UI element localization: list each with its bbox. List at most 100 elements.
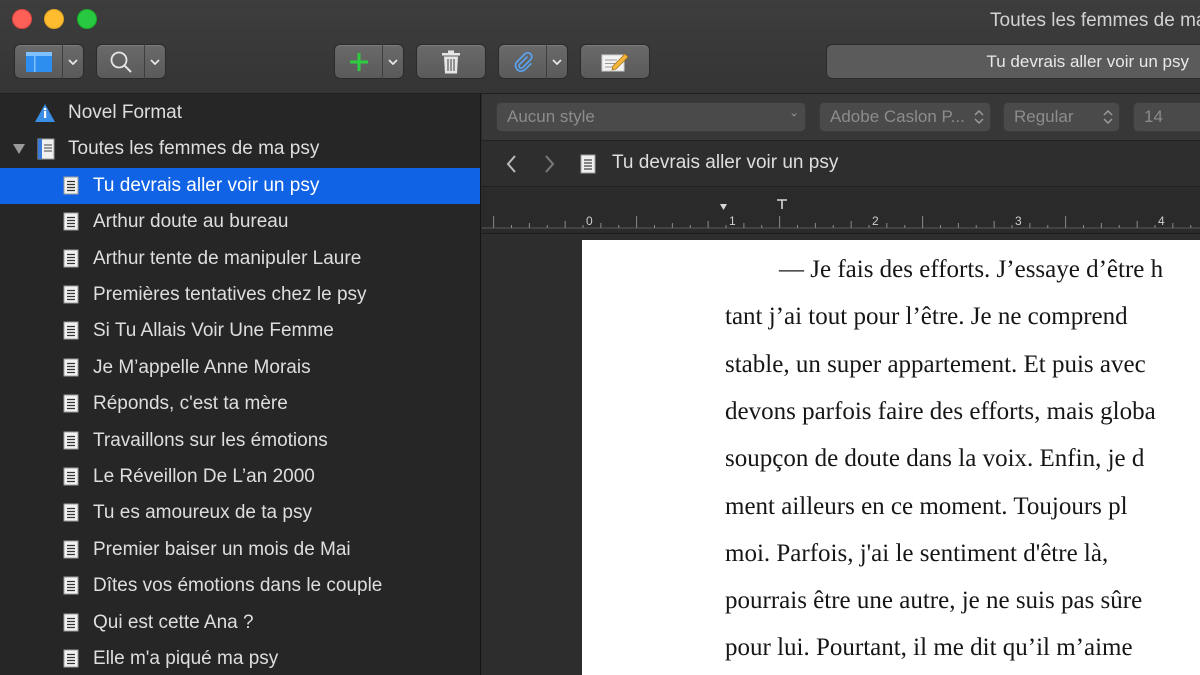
editor-pane: Aucun style Adobe Caslon P... Regular 14… — [482, 94, 1200, 675]
window-title: S Toutes les femmes de ma psy — [982, 8, 1200, 34]
document-line: pourrais être une autre, je ne suis pas … — [725, 587, 1143, 615]
binder-item[interactable]: Dîtes vos émotions dans le couple — [0, 568, 480, 604]
chevron-down-icon — [68, 58, 78, 65]
binder-item-label: Elle m'a piqué ma psy — [93, 648, 279, 669]
minimize-window-button[interactable] — [44, 9, 64, 29]
document-line: — Je fais des efforts. J’essaye d’être h — [779, 256, 1164, 283]
page-icon — [63, 358, 79, 377]
trash-icon — [442, 50, 460, 73]
document-line: devons parfois faire des efforts, mais g… — [725, 397, 1156, 425]
page-icon — [63, 176, 79, 195]
format-bar: Aucun style Adobe Caslon P... Regular 14 — [482, 94, 1200, 141]
up-down-chevron-icon — [1103, 110, 1113, 124]
binder-item[interactable]: Arthur doute au bureau — [0, 204, 480, 240]
first-line-indent-marker[interactable] — [720, 204, 727, 210]
window-toolbar: S Toutes les femmes de ma psy — [0, 0, 1200, 94]
ruler-label: 0 — [586, 214, 593, 228]
chevron-down-icon — [791, 113, 797, 117]
page-icon — [63, 431, 79, 450]
window-title-text: Toutes les femmes de ma psy — [990, 10, 1200, 31]
document-line: soupçon de doute dans la voix. Enfin, je… — [725, 445, 1145, 473]
page-icon — [63, 249, 79, 268]
page-icon — [63, 613, 79, 632]
disclosure-triangle-icon[interactable] — [13, 144, 25, 155]
sidebar-view-icon — [25, 51, 52, 72]
document-line: pour lui. Pourtant, il me dit qu’il m’ai… — [725, 634, 1133, 662]
editor-header-bar: Tu devrais aller voir un psy — [482, 142, 1200, 187]
binder-item-label: Travaillons sur les émotions — [93, 429, 328, 451]
ruler-label: 1 — [729, 214, 736, 228]
tab-stop-marker[interactable] — [777, 199, 787, 209]
binder-item[interactable]: Premières tentatives chez le psy — [0, 277, 480, 313]
ruler[interactable]: 0 1 2 3 4 — [482, 188, 1200, 234]
chevron-down-icon — [150, 58, 160, 65]
binder-item-label: Novel Format — [68, 102, 183, 123]
add-document-button[interactable] — [334, 44, 404, 79]
move-to-trash-button[interactable] — [416, 44, 486, 79]
search-menu-button[interactable] — [96, 44, 166, 79]
binder-sidebar: Novel Format Toutes les femmes de ma psy T… — [0, 94, 481, 675]
binder-item[interactable]: Novel Format — [0, 95, 480, 131]
chevron-down-icon — [388, 58, 398, 65]
compose-icon — [601, 52, 629, 71]
document-line: moi. Parfois, j'ai le sentiment d'être l… — [725, 539, 1109, 567]
binder-item[interactable]: Tu devrais aller voir un psy — [0, 167, 480, 204]
binder-item[interactable]: Si Tu Allais Voir Une Femme — [0, 313, 480, 349]
page-icon — [63, 285, 79, 304]
font-size-field[interactable]: 14 — [1133, 102, 1200, 132]
binder-item[interactable]: Le Réveillon De L’an 2000 — [0, 459, 480, 495]
current-document-field[interactable]: Tu devrais aller voir un psy — [826, 44, 1200, 79]
binder-item-label: Arthur doute au bureau — [93, 211, 289, 233]
binder-item-label: Dîtes vos émotions dans le couple — [93, 575, 383, 597]
page-icon — [63, 649, 79, 668]
font-weight-select[interactable]: Regular — [1003, 102, 1120, 132]
binder-item[interactable]: Elle m'a piqué ma psy — [0, 641, 480, 675]
binder-item[interactable]: Je M’appelle Anne Morais — [0, 350, 480, 386]
close-window-button[interactable] — [12, 9, 32, 29]
document-page[interactable]: — Je fais des efforts. J’essaye d’être h… — [582, 240, 1200, 675]
current-document-label: Tu devrais aller voir un psy — [986, 51, 1189, 71]
editor-document-title: Tu devrais aller voir un psy — [612, 152, 839, 173]
binder-item-label: Réponds, c'est ta mère — [93, 393, 288, 415]
binder-item-label: Si Tu Allais Voir Une Femme — [93, 320, 334, 342]
ruler-label: 4 — [1158, 214, 1165, 228]
paragraph-style-value: Aucun style — [507, 107, 595, 126]
binder-item[interactable]: Tu es amoureux de ta psy — [0, 495, 480, 531]
page-icon — [63, 503, 79, 522]
ruler-label: 2 — [872, 214, 879, 228]
page-icon — [63, 467, 79, 486]
binder-item[interactable]: Réponds, c'est ta mère — [0, 386, 480, 422]
font-family-value: Adobe Caslon P... — [830, 107, 965, 126]
page-icon — [63, 540, 79, 559]
document-line: ment ailleurs en ce moment. Toujours pl — [725, 492, 1128, 520]
up-down-chevron-icon — [974, 110, 984, 124]
font-size-value: 14 — [1144, 107, 1163, 126]
binder-item-label: Le Réveillon De L’an 2000 — [93, 466, 315, 487]
compose-button[interactable] — [580, 44, 650, 79]
font-family-select[interactable]: Adobe Caslon P... — [819, 102, 991, 132]
binder-item[interactable]: Toutes les femmes de ma psy — [0, 131, 480, 167]
page-icon — [63, 212, 79, 231]
binder-item[interactable]: Premier baiser un mois de Mai — [0, 532, 480, 568]
paragraph-style-select[interactable]: Aucun style — [496, 102, 806, 132]
chevron-down-icon — [552, 58, 562, 65]
zoom-window-button[interactable] — [77, 9, 97, 29]
page-icon — [63, 321, 79, 340]
manuscript-icon — [37, 138, 55, 160]
document-line: stable, un super appartement. Et puis av… — [725, 350, 1146, 378]
binder-item[interactable]: Travaillons sur les émotions — [0, 423, 480, 459]
back-arrow-icon[interactable] — [504, 153, 518, 175]
binder-item-label: Qui est cette Ana ? — [93, 611, 254, 633]
binder-item[interactable]: Qui est cette Ana ? — [0, 605, 480, 641]
binder-item[interactable]: Arthur tente de manipuler Laure — [0, 241, 480, 277]
view-mode-button[interactable] — [14, 44, 84, 79]
font-weight-value: Regular — [1014, 107, 1074, 126]
paperclip-icon — [514, 51, 533, 72]
attach-button[interactable] — [498, 44, 568, 79]
plus-icon — [349, 52, 368, 71]
ruler-label: 3 — [1015, 214, 1022, 228]
forward-arrow-icon[interactable] — [543, 153, 557, 175]
binder-item-label: Toutes les femmes de ma psy — [68, 138, 320, 160]
document-line: tant j’ai tout pour l’être. Je ne compre… — [725, 303, 1128, 331]
page-icon — [63, 394, 79, 413]
